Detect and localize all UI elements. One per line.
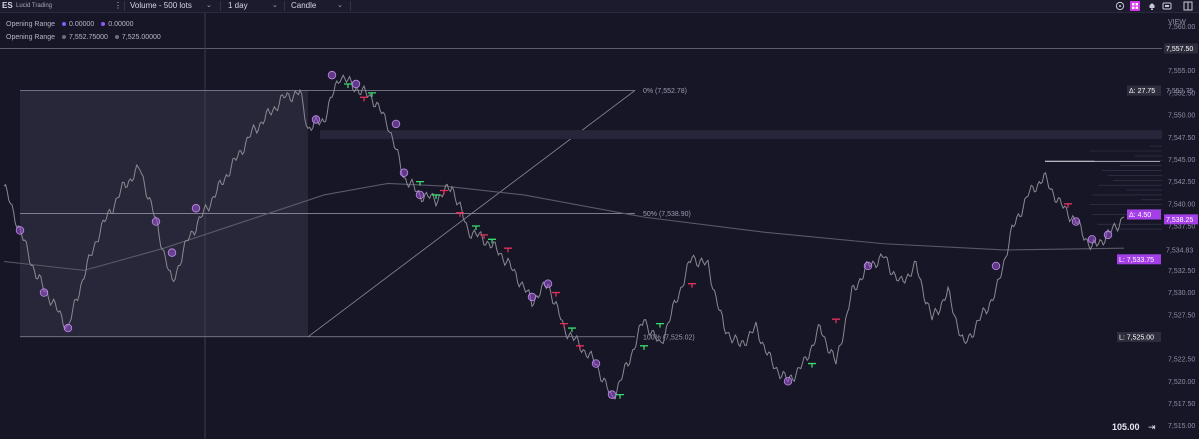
trade-circle-marker (151, 217, 161, 226)
trade-circle-marker (991, 261, 1001, 271)
account-label: Lucid Trading (16, 3, 53, 9)
y-tick-label: 7,520.00 (1168, 379, 1195, 386)
more-options-icon[interactable]: ⋮ (114, 0, 122, 12)
price-tag-label: 7,552.75 (1166, 88, 1193, 95)
sell-fill-marker (1064, 203, 1072, 208)
buy-fill-marker (616, 393, 624, 399)
sell-fill-marker (552, 291, 560, 297)
toolbar-divider (284, 1, 285, 11)
y-tick-label: 7,555.00 (1168, 68, 1195, 75)
trade-circle-marker (399, 168, 409, 177)
y-tick-label: 7,550.00 (1168, 113, 1195, 120)
chevron-down-icon[interactable]: ⌄ (337, 0, 343, 12)
price-tag-label: 7,534.83 (1166, 247, 1193, 254)
trade-circle-marker (783, 377, 793, 386)
highlight-band (320, 130, 1162, 140)
buy-fill-marker (808, 362, 816, 368)
sell-fill-marker (440, 189, 448, 195)
scroll-to-end-icon[interactable]: ⇥ (1148, 422, 1156, 433)
y-tick-label: 7,527.50 (1168, 312, 1195, 319)
trade-circle-marker (167, 248, 177, 257)
y-tick-label: 7,540.00 (1168, 201, 1195, 208)
trade-circle-marker (15, 226, 25, 235)
trade-circle-marker (327, 70, 337, 80)
sell-fill-marker (832, 318, 840, 324)
price-tag-label: L: 7,525.00 (1119, 334, 1154, 341)
trade-circle-marker (863, 261, 873, 271)
toolbar-divider (350, 1, 351, 11)
buy-fill-marker (656, 322, 664, 328)
volume-select[interactable]: Volume - 500 lots (130, 0, 192, 12)
y-tick-label: 7,545.00 (1168, 157, 1195, 164)
bottom-value-label: 105.00 (1112, 422, 1140, 432)
chevron-down-icon[interactable]: ⌄ (272, 0, 278, 12)
toolbar-divider (124, 1, 125, 11)
trade-circle-marker (191, 204, 201, 213)
price-tag-label: Δ: 4.50 (1129, 212, 1151, 219)
bell-icon[interactable] (1147, 1, 1157, 11)
trade-circle-marker (1071, 217, 1081, 226)
sell-fill-marker (688, 283, 696, 288)
y-tick-label: 7,530.00 (1168, 290, 1195, 297)
window-icon[interactable] (1183, 1, 1193, 11)
trade-circle-marker (351, 79, 361, 89)
y-tick-label: 7,517.50 (1168, 401, 1195, 408)
trade-circle-marker (415, 190, 425, 200)
price-tag-label: 7,538.25 (1166, 217, 1193, 224)
y-tick-label: 7,515.00 (1168, 423, 1195, 430)
trade-circle-marker (311, 115, 321, 124)
y-tick-label: 7,532.50 (1168, 268, 1195, 275)
sell-fill-marker (504, 247, 512, 253)
y-tick-label: 7,537.50 (1168, 224, 1195, 231)
price-tag-label: Δ: 27.75 (1129, 88, 1155, 95)
style-select[interactable]: Candle (291, 0, 316, 12)
trade-circle-marker (527, 292, 537, 302)
chevron-down-icon[interactable]: ⌄ (206, 0, 212, 12)
film-icon[interactable] (1162, 1, 1172, 11)
sell-fill-marker (480, 234, 488, 239)
buy-fill-marker (344, 83, 352, 88)
chat-icon[interactable] (1115, 1, 1125, 11)
price-tag-label: 7,557.50 (1166, 46, 1193, 53)
y-tick-label: 7,522.50 (1168, 357, 1195, 364)
grid-icon[interactable] (1130, 1, 1140, 11)
toolbar-divider (220, 1, 221, 11)
trade-circle-marker (391, 119, 401, 129)
buy-fill-marker (472, 225, 480, 230)
sell-fill-marker (576, 345, 584, 350)
price-chart[interactable]: 0% (7,552.78)50% (7,538.90)100% (7,525.0… (0, 13, 1199, 439)
y-tick-label: 7,547.50 (1168, 135, 1195, 142)
buy-fill-marker (568, 327, 576, 333)
y-tick-label: 7,542.50 (1168, 179, 1195, 186)
trade-circle-marker (1087, 235, 1097, 244)
trade-circle-marker (39, 288, 49, 297)
sell-fill-marker (360, 96, 368, 102)
trade-circle-marker (591, 359, 601, 368)
buy-fill-marker (640, 345, 648, 350)
trade-circle-marker (1103, 230, 1113, 240)
top-toolbar: ES Lucid Trading ⋮ Volume - 500 lots ⌄ 1… (0, 0, 1199, 13)
price-tag-label: L: 7,533.75 (1119, 257, 1154, 264)
y-tick-label: 7,560.00 (1168, 24, 1195, 31)
sell-fill-marker (560, 322, 568, 328)
trade-circle-marker (543, 279, 553, 288)
fib-level-label: 0% (7,552.78) (643, 88, 687, 95)
fib-level-label: 50% (7,538.90) (643, 211, 691, 218)
trade-circle-marker (607, 390, 617, 399)
trade-circle-marker (63, 323, 73, 333)
symbol-label[interactable]: ES (2, 0, 13, 12)
range-select[interactable]: 1 day (228, 0, 248, 12)
